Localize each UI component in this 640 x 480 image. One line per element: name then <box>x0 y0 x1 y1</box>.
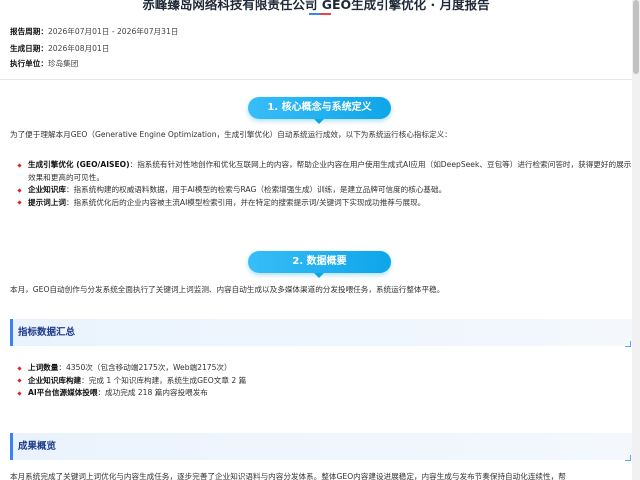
scrollbar-track[interactable] <box>632 0 640 480</box>
concept-list: 生成引擎优化 (GEO/AISEO)：指系统有针对性地创作和优化互联网上的内容，… <box>17 159 632 209</box>
section1-title: 1. 核心概念与系统定义 <box>248 97 391 124</box>
section2-intro: 本月，GEO自动创作与分发系统全面执行了关键词上词监测、内容自动生成以及多媒体渠… <box>10 285 445 294</box>
section2-title: 2. 数据概要 <box>248 251 391 278</box>
meta-executor: 执行单位：珍岛集团 <box>10 59 79 68</box>
corner-mark <box>625 455 631 461</box>
meta-date: 生成日期：2026年08月01日 <box>10 44 110 53</box>
list-item: 生成引擎优化 (GEO/AISEO)：指系统有针对性地创作和优化互联网上的内容，… <box>17 159 632 184</box>
list-item: 提示词上词：指系统优化后的企业内容被主流AI模型检索引用，并在特定的搜索提示词/… <box>17 197 632 210</box>
overview-heading: 成果概览 <box>10 433 632 461</box>
corner-mark <box>625 341 631 347</box>
scrollbar-thumb[interactable] <box>633 0 639 74</box>
meta-period: 报告周期：2026年07月01日 - 2026年07月31日 <box>10 27 179 36</box>
metrics-heading: 指标数据汇总 <box>10 319 632 347</box>
header-divider <box>0 79 632 80</box>
list-item: 企业知识库构建：完成 1 个知识库构建，系统生成GEO文章 2 篇 <box>17 375 632 388</box>
list-item: 上词数量：4350次（包含移动端2175次，Web端2175次） <box>17 362 632 375</box>
report-page: 赤峰臻岛网络科技有限责任公司 GEO生成引擎优化 · 月度报告 报告周期：202… <box>0 0 640 480</box>
list-item: 企业知识库：指系统构建的权威语料数据，用于AI模型的检索与RAG（检索增强生成）… <box>17 184 632 197</box>
page-title: 赤峰臻岛网络科技有限责任公司 GEO生成引擎优化 · 月度报告 <box>142 0 490 12</box>
overview-text: 本月系统完成了关键词上词优化与内容生成任务，逐步完善了企业知识语料与内容分发体系… <box>10 472 566 480</box>
metrics-list: 上词数量：4350次（包含移动端2175次，Web端2175次） 企业知识库构建… <box>17 362 632 400</box>
section1-intro: 为了便于理解本月GEO（Generative Engine Optimizati… <box>10 130 452 139</box>
list-item: AI平台信源媒体投喂：成功完成 218 篇内容投喂发布 <box>17 387 632 400</box>
title-underline <box>309 13 331 15</box>
